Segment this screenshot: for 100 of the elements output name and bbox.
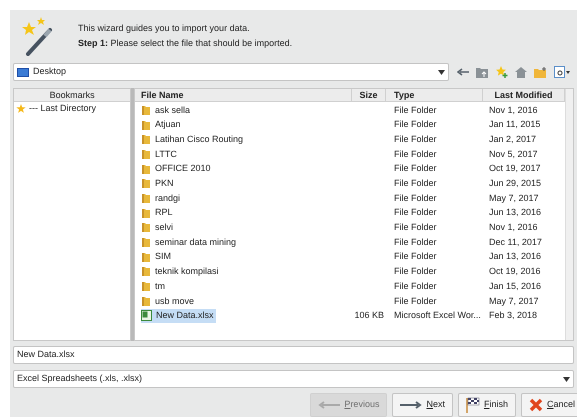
column-header[interactable]: Size <box>352 89 386 101</box>
file-type: File Folder <box>394 207 437 218</box>
wizard-intro: This wizard guides you to import your data. <box>78 22 251 35</box>
folder-icon <box>141 164 151 175</box>
file-row[interactable]: LTTC File Folder Nov 5, 2017 <box>135 147 565 162</box>
new-folder-icon[interactable] <box>534 66 547 78</box>
file-type: File Folder <box>394 222 437 232</box>
file-name: seminar data mining <box>155 236 236 249</box>
modified-date: Oct 19, 2016 <box>489 266 541 276</box>
bookmark-item[interactable]: --- Last Directory <box>14 102 130 116</box>
modified-date: Nov 1, 2016 <box>489 222 538 232</box>
file-name: selvi <box>155 221 174 234</box>
view-menu-icon[interactable] <box>554 66 570 78</box>
desktop-icon <box>17 68 29 76</box>
folder-icon <box>141 296 151 307</box>
folder-icon <box>141 120 151 131</box>
folder-icon <box>141 178 151 190</box>
file-row[interactable]: teknik kompilasi File Folder Oct 19, 2016 <box>135 264 565 280</box>
file-type: File Folder <box>394 296 437 306</box>
spreadsheet-icon <box>141 310 152 322</box>
folder-icon <box>141 281 151 292</box>
modified-date: Jan 2, 2017 <box>489 134 536 144</box>
right-arrow-icon <box>400 401 422 409</box>
file-row[interactable]: ask sella File Folder Nov 1, 2016 <box>135 103 565 118</box>
file-name: RPL <box>155 206 173 220</box>
file-type: File Folder <box>394 119 437 130</box>
scrollbar[interactable] <box>565 89 573 340</box>
file-row[interactable]: seminar data mining File Folder Dec 11, 2017 <box>135 235 565 250</box>
left-arrow-icon <box>318 401 340 409</box>
modified-date: May 7, 2017 <box>489 192 539 203</box>
folder-icon <box>141 208 151 219</box>
file-name-field[interactable]: New Data.xlsx <box>13 346 574 364</box>
folder-icon <box>141 252 151 263</box>
dropdown-caret-icon <box>563 376 570 382</box>
file-name: LTTC <box>155 148 177 161</box>
file-row[interactable]: OFFICE 2010 File Folder Oct 19, 2017 <box>135 162 565 176</box>
modified-date: Nov 1, 2016 <box>489 104 538 115</box>
file-name: Atjuan <box>155 118 181 132</box>
file-row[interactable]: Atjuan File Folder Jan 11, 2015 <box>135 118 565 132</box>
modified-date: Jan 15, 2016 <box>489 280 542 291</box>
folder-icon <box>141 237 151 248</box>
folder-icon <box>141 104 151 116</box>
step-instruction: Step 1: Please select the file that should be imported. <box>78 37 292 50</box>
modified-date: May 7, 2017 <box>489 296 539 306</box>
column-header[interactable]: File Name <box>135 89 352 101</box>
file-size: 106 KB <box>354 310 384 320</box>
modified-date: Nov 5, 2017 <box>489 148 538 159</box>
folder-icon <box>141 266 151 278</box>
dropdown-caret-icon <box>438 70 445 74</box>
folder-icon <box>141 222 151 234</box>
file-name: OFFICE 2010 <box>155 162 211 176</box>
modified-date: Feb 3, 2018 <box>489 310 538 320</box>
file-type: File Folder <box>394 192 437 203</box>
file-row[interactable]: usb move File Folder May 7, 2017 <box>135 294 565 309</box>
home-icon[interactable] <box>515 66 527 78</box>
file-name: PKN <box>155 177 174 190</box>
modified-date: Dec 11, 2017 <box>489 236 542 247</box>
file-row[interactable]: New Data.xlsx 106 KB Microsoft Excel Wor... Feb 3, 2018 <box>135 308 565 324</box>
file-name: New Data.xlsx <box>156 309 214 322</box>
file-row[interactable]: randgi File Folder May 7, 2017 <box>135 191 565 206</box>
folder-up-icon[interactable] <box>476 66 488 78</box>
file-row[interactable]: tm File Folder Jan 15, 2016 <box>135 279 565 294</box>
file-name: usb move <box>155 294 194 308</box>
file-type: File Folder <box>394 134 437 144</box>
location-dropdown[interactable]: Desktop <box>13 63 449 81</box>
file-type: Microsoft Excel Wor... <box>394 310 481 320</box>
file-type: File Folder <box>394 280 437 291</box>
modified-date: Oct 19, 2017 <box>489 163 541 174</box>
finish-button[interactable]: Finish <box>458 393 516 417</box>
modified-date: Jan 13, 2016 <box>489 251 542 262</box>
file-type: File Folder <box>394 148 437 159</box>
star-icon <box>16 104 26 114</box>
cancel-button[interactable]: Cancel <box>520 393 577 417</box>
file-type: File Folder <box>394 163 437 174</box>
back-arrow-icon[interactable] <box>457 68 469 76</box>
folder-icon <box>141 134 151 146</box>
column-header[interactable]: Type <box>386 89 483 101</box>
close-icon <box>528 398 543 412</box>
file-type: File Folder <box>394 251 437 262</box>
file-type: File Folder <box>394 178 437 188</box>
file-name: teknik kompilasi <box>155 265 219 278</box>
file-row[interactable]: RPL File Folder Jun 13, 2016 <box>135 206 565 220</box>
file-type: File Folder <box>394 266 437 276</box>
file-name: randgi <box>155 192 180 205</box>
file-row[interactable]: SIM File Folder Jan 13, 2016 <box>135 250 565 265</box>
file-type: File Folder <box>394 104 437 115</box>
file-type-dropdown[interactable]: Excel Spreadsheets (.xls, .xlsx) <box>13 370 574 388</box>
file-row[interactable]: PKN File Folder Jun 29, 2015 <box>135 176 565 192</box>
file-row[interactable]: Latihan Cisco Routing File Folder Jan 2, 2017 <box>135 132 565 148</box>
folder-icon <box>141 148 151 160</box>
next-button[interactable]: Next <box>392 393 453 417</box>
modified-date: Jun 13, 2016 <box>489 207 542 218</box>
modified-date: Jun 29, 2015 <box>489 178 542 188</box>
star-plus-icon[interactable] <box>495 66 508 78</box>
checkered-flag-icon <box>466 397 480 413</box>
folder-icon <box>141 192 151 204</box>
modified-date: Jan 11, 2015 <box>489 119 540 130</box>
column-header: Bookmarks <box>14 89 130 102</box>
file-row[interactable]: selvi File Folder Nov 1, 2016 <box>135 220 565 236</box>
file-name: ask sella <box>155 104 190 117</box>
